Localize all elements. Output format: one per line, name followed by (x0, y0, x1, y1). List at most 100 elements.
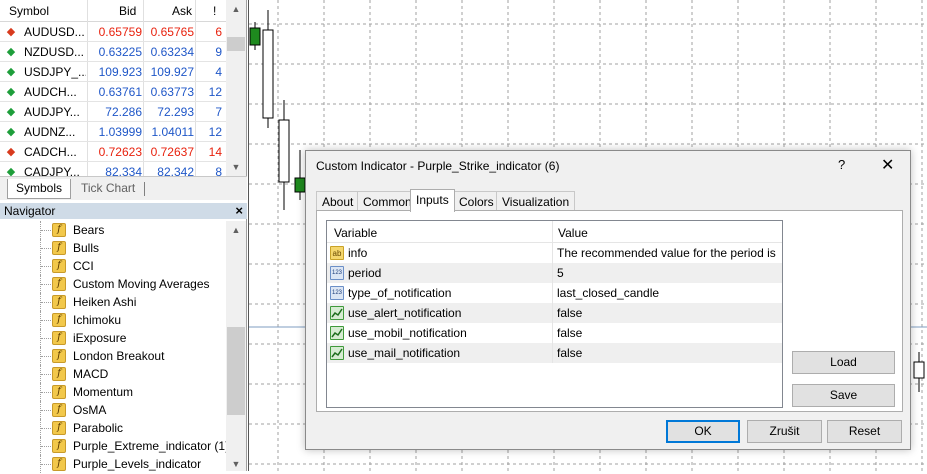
navigator-item[interactable]: f Purple_Levels_indicator (0, 455, 226, 473)
navigator-item-label: Ichimoku (73, 313, 122, 327)
navigator-scrollbar[interactable]: ▲ ▼ (226, 221, 246, 471)
navigator-item[interactable]: f London Breakout (0, 347, 226, 365)
navigator-item-label: OsMA (73, 403, 107, 417)
chart-line-icon (331, 328, 343, 338)
market-watch-row[interactable]: ◆ AUDJPY... 72.286 72.293 7 (0, 102, 226, 122)
navigator-item[interactable]: f OsMA (0, 401, 226, 419)
tree-line (40, 221, 52, 239)
spread-value: 12 (208, 85, 222, 99)
input-row-info[interactable]: ab info The recommended value for the peri… (327, 243, 782, 263)
market-watch-row[interactable]: ◆ AUDCH... 0.63761 0.63773 12 (0, 82, 226, 102)
candlestick (249, 27, 261, 46)
navigator-item[interactable]: f Bulls (0, 239, 226, 257)
arrow-up-icon: ◆ (6, 106, 16, 118)
column-header-symbol[interactable]: Symbol (9, 4, 49, 18)
tab-tick-chart[interactable]: Tick Chart (73, 179, 143, 199)
market-watch-row[interactable]: ◆ USDJPY_... 109.923 109.927 4 (0, 62, 226, 82)
navigator-item[interactable]: f Purple_Extreme_indicator (1) (0, 437, 229, 455)
market-watch-row[interactable]: ◆ NZDUSD... 0.63225 0.63234 9 (0, 42, 226, 62)
scroll-down-icon[interactable]: ▼ (229, 162, 243, 172)
navigator-item[interactable]: f MACD (0, 365, 226, 383)
input-row-use-mail-notification[interactable]: use_mail_notification false (327, 343, 782, 363)
help-icon[interactable]: ? (838, 157, 845, 172)
navigator-tree: f Bears f Bulls f CCI f Custom Moving Averages f… (0, 221, 229, 473)
reset-button[interactable]: Reset (827, 420, 902, 443)
market-watch-panel: Symbol Bid Ask ! ◆ AUDUSD... 0.65759 0.6576… (0, 0, 247, 200)
tab-colors[interactable]: Colors (453, 191, 500, 211)
scroll-up-icon[interactable]: ▲ (229, 4, 243, 14)
variable-value[interactable]: false (557, 306, 779, 320)
navigator-item[interactable]: f Momentum (0, 383, 226, 401)
variable-value[interactable]: last_closed_candle (557, 286, 779, 300)
navigator-title-bar: Navigator × (0, 203, 247, 219)
cancel-button[interactable]: Zrušit (747, 420, 822, 443)
tree-line (40, 347, 52, 365)
navigator-title: Navigator (4, 204, 56, 218)
spread-value: 6 (215, 25, 222, 39)
tree-line (40, 293, 52, 311)
close-icon[interactable]: ✕ (881, 155, 894, 175)
ask-price: 109.927 (150, 65, 194, 79)
inputs-panel: Variable Value ab info The recommended val… (316, 210, 903, 412)
ok-button[interactable]: OK (666, 420, 740, 443)
variable-name: use_mobil_notification (348, 326, 467, 340)
navigator-item[interactable]: f Parabolic (0, 419, 226, 437)
column-header-ask[interactable]: Ask (172, 4, 192, 18)
column-header-value[interactable]: Value (558, 226, 588, 240)
input-row-period[interactable]: 123 period 5 (327, 263, 782, 283)
symbol-name: AUDCH... (24, 85, 77, 99)
spread-value: 14 (208, 145, 222, 159)
navigator-item-label: Momentum (73, 385, 134, 399)
column-header-bid[interactable]: Bid (119, 4, 136, 18)
bid-price: 1.03999 (98, 125, 142, 139)
market-watch-row[interactable]: ◆ AUDUSD... 0.65759 0.65765 6 (0, 22, 226, 42)
navigator-item[interactable]: f Custom Moving Averages (0, 275, 226, 293)
navigator-item[interactable]: f Ichimoku (0, 311, 226, 329)
indicator-icon: f (52, 313, 66, 327)
arrow-up-icon: ◆ (6, 46, 16, 58)
ask-price: 1.04011 (151, 125, 195, 139)
dialog-title: Custom Indicator - Purple_Strike_indicat… (316, 159, 560, 173)
input-row-use-alert-notification[interactable]: use_alert_notification false (327, 303, 782, 323)
scrollbar-thumb[interactable] (227, 327, 245, 415)
tree-line (40, 437, 52, 455)
indicator-icon: f (52, 223, 66, 237)
variable-name: period (348, 266, 382, 280)
tab-about[interactable]: About (316, 191, 360, 211)
symbol-name: USDJPY_... (24, 65, 86, 79)
tab-visualization[interactable]: Visualization (496, 191, 576, 211)
close-icon[interactable]: × (235, 203, 243, 218)
navigator-item[interactable]: f CCI (0, 257, 226, 275)
market-watch-row[interactable]: ◆ AUDNZ... 1.03999 1.04011 12 (0, 122, 226, 142)
scrollbar-thumb[interactable] (227, 37, 245, 51)
variable-value[interactable]: The recommended value for the period is … (557, 246, 779, 260)
indicator-icon: f (52, 421, 66, 435)
market-watch-scrollbar[interactable]: ▲ ▼ (226, 0, 246, 176)
navigator-item[interactable]: f iExposure (0, 329, 226, 347)
tree-line (40, 383, 52, 401)
scroll-down-icon[interactable]: ▼ (229, 459, 243, 469)
navigator-item-label: Custom Moving Averages (73, 277, 210, 291)
tree-line (40, 239, 52, 257)
tree-line (40, 455, 52, 473)
tree-line (40, 257, 52, 275)
variable-value[interactable]: 5 (557, 266, 779, 280)
market-watch-row[interactable]: ◆ CADCH... 0.72623 0.72637 14 (0, 142, 226, 162)
tab-symbols[interactable]: Symbols (7, 179, 72, 199)
tab-inputs[interactable]: Inputs (410, 189, 455, 212)
load-button[interactable]: Load (792, 351, 895, 374)
arrow-down-icon: ◆ (6, 26, 16, 38)
scroll-up-icon[interactable]: ▲ (229, 225, 243, 235)
column-header-spread[interactable]: ! (213, 4, 216, 18)
save-button[interactable]: Save (792, 384, 895, 407)
tab-common[interactable]: Common (357, 191, 418, 211)
input-row-use-mobil-notification[interactable]: use_mobil_notification false (327, 323, 782, 343)
navigator-item[interactable]: f Heiken Ashi (0, 293, 226, 311)
variable-value[interactable]: false (557, 326, 779, 340)
navigator-item[interactable]: f Bears (0, 221, 226, 239)
variable-value[interactable]: false (557, 346, 779, 360)
indicator-icon: f (52, 439, 66, 453)
spread-value: 9 (215, 45, 222, 59)
input-row-type-of-notification[interactable]: 123 type_of_notification last_closed_candl… (327, 283, 782, 303)
column-header-variable[interactable]: Variable (334, 226, 377, 240)
